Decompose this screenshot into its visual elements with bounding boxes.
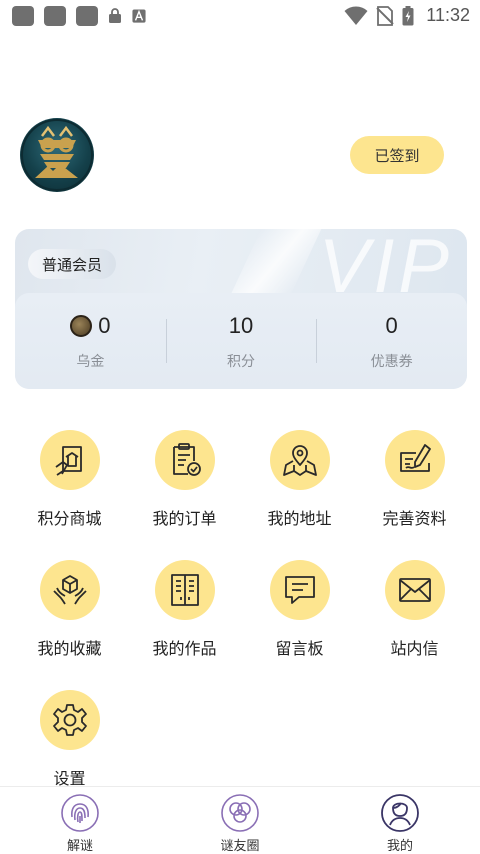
stats-panel: 0 乌金 10 积分 0 优惠券 xyxy=(15,293,467,389)
menu-item-label: 我的地址 xyxy=(267,509,332,528)
works-icon xyxy=(154,560,215,620)
menu-item-address[interactable]: 我的地址 xyxy=(242,430,357,560)
avatar-logo xyxy=(21,119,93,191)
clock-time: 11:32 xyxy=(426,5,470,25)
app-icon xyxy=(76,6,98,26)
menu-item-message-board[interactable]: 留言板 xyxy=(242,560,357,690)
edit-profile-icon xyxy=(384,430,445,490)
menu-item-mail[interactable]: 站内信 xyxy=(357,560,472,690)
nav-item-label: 我的 xyxy=(386,839,413,854)
stat-wujin-value: 0 xyxy=(98,313,111,338)
menu-item-orders[interactable]: 我的订单 xyxy=(127,430,242,560)
nav-item-label: 解谜 xyxy=(66,839,93,854)
nav-item-puzzle[interactable]: 解谜 xyxy=(0,787,160,854)
message-board-icon xyxy=(269,560,330,620)
bottom-nav: 解谜 谜友圈 我的 xyxy=(0,786,480,854)
menu-item-label: 积分商城 xyxy=(37,509,102,528)
nav-item-label: 谜友圈 xyxy=(220,839,260,854)
points-mall-icon xyxy=(39,430,100,490)
stat-coupons-label: 优惠券 xyxy=(370,354,413,370)
menu-item-edit-profile[interactable]: 完善资料 xyxy=(357,430,472,560)
stat-coupons-value: 0 xyxy=(385,313,398,338)
vip-card: VIP 普通会员 0 乌金 10 积分 0 优惠券 xyxy=(15,229,467,389)
stat-wujin[interactable]: 0 乌金 xyxy=(15,293,166,389)
stat-points[interactable]: 10 积分 xyxy=(165,293,317,389)
address-icon xyxy=(269,430,330,490)
stat-points-value: 10 xyxy=(228,313,254,338)
stat-wujin-value-row: 0 xyxy=(70,313,110,339)
stat-wujin-label: 乌金 xyxy=(76,354,105,370)
menu-item-label: 我的订单 xyxy=(152,509,217,528)
status-bar: 11:32 xyxy=(0,0,480,34)
member-level-badge: 普通会员 xyxy=(28,249,117,279)
a-icon xyxy=(132,9,146,23)
stat-coupons[interactable]: 0 优惠券 xyxy=(316,293,467,389)
stat-points-label: 积分 xyxy=(227,354,255,370)
menu-item-label: 我的作品 xyxy=(152,639,217,658)
status-bar-left xyxy=(12,6,146,26)
menu-item-works[interactable]: 我的作品 xyxy=(127,560,242,690)
vip-card-shine xyxy=(228,229,322,299)
menu-item-label: 站内信 xyxy=(390,639,439,658)
wifi-icon xyxy=(344,6,368,25)
app-icon xyxy=(44,6,66,26)
menu-grid: 积分商城 我的订单 我的地址 完善资料 我的收藏 我的作品 留言板 站内信 设置 xyxy=(12,430,472,820)
menu-item-favorites[interactable]: 我的收藏 xyxy=(12,560,127,690)
nav-item-mine[interactable]: 我的 xyxy=(320,787,480,854)
app-icon xyxy=(12,6,34,26)
battery-charging-icon xyxy=(402,5,414,25)
status-bar-right: 11:32 xyxy=(344,5,470,26)
menu-item-label: 完善资料 xyxy=(382,509,447,528)
fingerprint-icon xyxy=(61,794,99,832)
no-sim-icon xyxy=(376,5,394,26)
mail-icon xyxy=(384,560,445,620)
checkin-button[interactable]: 已签到 xyxy=(350,136,444,174)
coin-icon xyxy=(70,315,93,337)
settings-icon xyxy=(39,690,100,750)
menu-item-label: 留言板 xyxy=(275,639,324,658)
orders-icon xyxy=(154,430,215,490)
lock-icon xyxy=(109,8,121,23)
menu-item-label: 我的收藏 xyxy=(37,639,102,658)
favorites-icon xyxy=(39,560,100,620)
nav-item-circle[interactable]: 谜友圈 xyxy=(160,787,320,854)
menu-item-points-mall[interactable]: 积分商城 xyxy=(12,430,127,560)
avatar[interactable] xyxy=(20,118,94,192)
profile-icon xyxy=(381,794,419,832)
circles-icon xyxy=(221,794,259,832)
